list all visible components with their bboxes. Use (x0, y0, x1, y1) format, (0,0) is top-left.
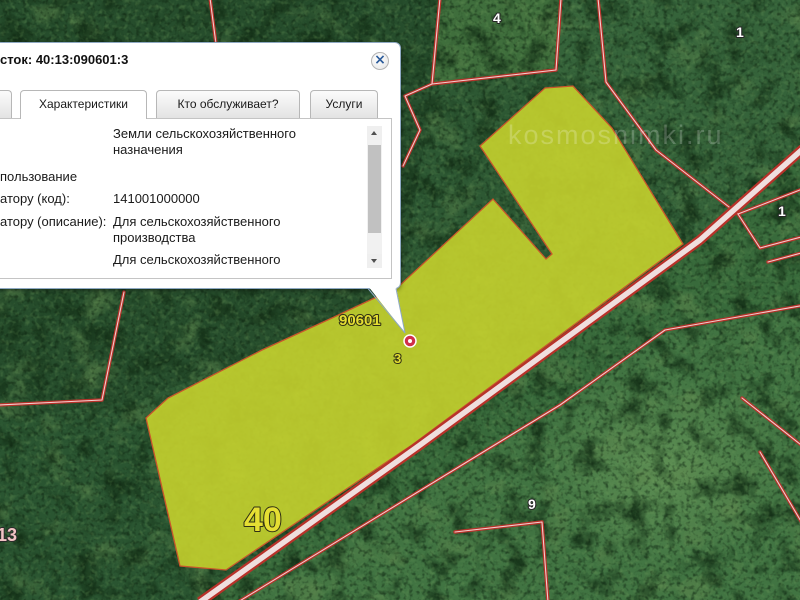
popup-pointer (367, 286, 406, 334)
parcel-number-label: 4 (493, 10, 501, 26)
tab-characteristics[interactable]: Характеристики (20, 90, 147, 119)
scroll-up-button[interactable] (367, 126, 382, 140)
info-row-label: атору (описание): (0, 214, 107, 229)
parcel-number-label: 3 (394, 351, 401, 366)
scroll-down-icon (371, 259, 377, 263)
info-row-value: Земли сельскохозяйственного назначения (113, 126, 296, 157)
district-number-label: 40 (244, 501, 282, 539)
scroll-down-button[interactable] (367, 254, 382, 268)
info-row-value: Для сельскохозяйственного производства (113, 214, 281, 245)
parcel-number-label: 1 (778, 203, 786, 219)
parcel-number-label: 9 (528, 496, 536, 512)
tab-services[interactable]: Услуги (310, 90, 378, 118)
scroll-up-icon (371, 131, 377, 135)
info-row-label: атору (код): (0, 191, 70, 206)
info-row-value: Для сельскохозяйственного (113, 252, 281, 267)
parcel-number-label: 1 (736, 24, 744, 40)
close-icon: × (374, 52, 386, 68)
close-button[interactable]: × (371, 52, 389, 70)
info-row-value: 141001000000 (113, 191, 200, 206)
popup-title: сток: 40:13:090601:3 (0, 52, 129, 67)
district-number-label: 13 (0, 525, 17, 545)
parcel-info-popup: сток: 40:13:090601:3 × Характеристики Кт… (0, 42, 401, 289)
popup-content: Земли сельскохозяйственного назначения п… (0, 118, 392, 279)
watermark: kosmosnimki.ru (508, 120, 724, 150)
scrollbar-thumb[interactable] (368, 145, 381, 233)
scrollbar[interactable] (367, 126, 382, 268)
tab-who-serves[interactable]: Кто обслуживает? (156, 90, 300, 118)
info-row-label: пользование (0, 169, 78, 184)
tab-hidden[interactable] (0, 90, 12, 118)
